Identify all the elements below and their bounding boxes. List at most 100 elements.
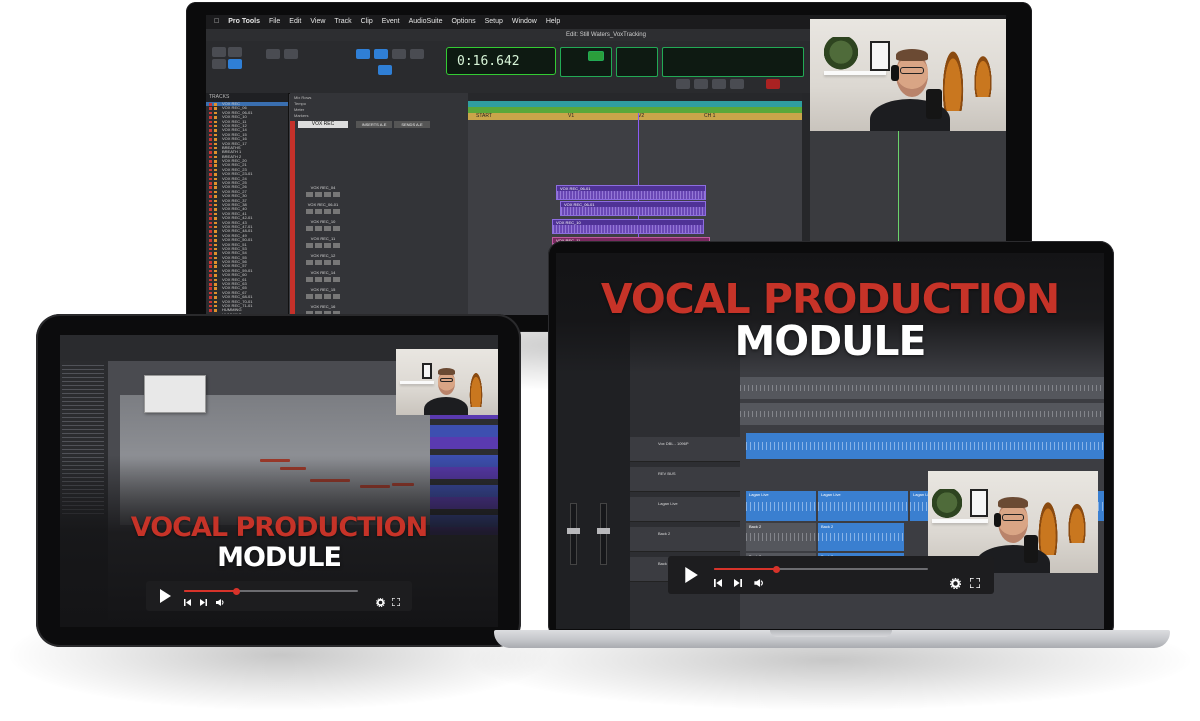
menu-item-app[interactable]: Pro Tools bbox=[228, 15, 260, 29]
mix-track-row[interactable]: VOX REC_14 bbox=[298, 270, 348, 284]
spot-mode-button[interactable] bbox=[228, 47, 242, 57]
progress-knob[interactable] bbox=[772, 565, 780, 573]
skip-forward-icon[interactable] bbox=[732, 577, 744, 589]
mix-track-row[interactable]: VOX REC_11 bbox=[298, 236, 348, 250]
menu-item-track[interactable]: Track bbox=[334, 15, 351, 29]
laptop-track-row[interactable]: Lagan Live bbox=[630, 497, 740, 522]
guitar bbox=[468, 367, 484, 407]
audio-clip[interactable] bbox=[740, 377, 1104, 399]
headphones bbox=[891, 65, 899, 81]
volume-icon[interactable] bbox=[214, 597, 226, 607]
mix-track-buttons[interactable] bbox=[306, 294, 340, 299]
nudge-display[interactable] bbox=[588, 51, 604, 61]
grid-display[interactable] bbox=[616, 47, 658, 77]
timecode-ruler[interactable] bbox=[468, 93, 810, 101]
audio-clip[interactable]: Lagan Live bbox=[746, 491, 816, 521]
sends-header: SENDS A-E bbox=[394, 121, 430, 128]
menu-item-audiosuite[interactable]: AudioSuite bbox=[409, 15, 443, 29]
menu-item-setup[interactable]: Setup bbox=[485, 15, 503, 29]
selection-display bbox=[560, 47, 612, 77]
mini-labels: Mix Rows Tempo Meter Markers bbox=[294, 95, 384, 119]
mix-track-buttons[interactable] bbox=[306, 260, 340, 265]
pencil-tool-button[interactable] bbox=[410, 49, 424, 59]
audio-clip[interactable]: VOX REC_06-01 bbox=[560, 201, 706, 216]
progress-bar[interactable] bbox=[714, 565, 928, 573]
mix-track-row[interactable]: VOX REC_10 bbox=[298, 219, 348, 233]
laptop-track-row[interactable]: REV BUS bbox=[630, 467, 740, 492]
progress-knob[interactable] bbox=[232, 587, 240, 595]
mix-track-buttons[interactable] bbox=[306, 226, 340, 231]
gear-icon[interactable] bbox=[948, 576, 962, 590]
menu-item-view[interactable]: View bbox=[310, 15, 325, 29]
presenter-body bbox=[424, 397, 468, 415]
audio-clip[interactable]: Back 2 bbox=[818, 523, 904, 551]
gear-icon[interactable] bbox=[374, 596, 386, 608]
volume-icon[interactable] bbox=[752, 577, 766, 589]
fullscreen-icon[interactable] bbox=[390, 596, 402, 608]
markers-ruler[interactable]: START V1 V2 CH 1 bbox=[468, 113, 810, 120]
marker-ch1[interactable]: CH 1 bbox=[704, 113, 715, 120]
mix-track-buttons[interactable] bbox=[306, 243, 340, 248]
mix-track-row[interactable]: VOX REC_12 bbox=[298, 253, 348, 267]
laptop-track-row[interactable]: Back 2 bbox=[630, 527, 740, 552]
selector-tool-button[interactable] bbox=[356, 49, 370, 59]
link-button[interactable] bbox=[378, 65, 392, 75]
volume-fader[interactable] bbox=[597, 503, 610, 565]
menu-item-help[interactable]: Help bbox=[546, 15, 560, 29]
menu-item-options[interactable]: Options bbox=[451, 15, 475, 29]
play-icon[interactable] bbox=[156, 587, 174, 605]
menu-item-file[interactable]: File bbox=[269, 15, 280, 29]
record-button[interactable] bbox=[766, 79, 780, 89]
mix-track-row[interactable]: VOX REC_04 bbox=[298, 185, 348, 199]
audio-clip[interactable]: VOX REC_06-01 bbox=[556, 185, 706, 200]
menu-item-event[interactable]: Event bbox=[382, 15, 400, 29]
slip-mode-button[interactable] bbox=[212, 59, 226, 69]
mix-track-row[interactable]: VOX REC_15 bbox=[298, 287, 348, 301]
mix-track-buttons[interactable] bbox=[306, 209, 340, 214]
mix-track-row[interactable]: VOX REC_06-01 bbox=[298, 202, 348, 216]
skip-forward-icon[interactable] bbox=[198, 597, 208, 607]
clip-label: Lagan Live bbox=[821, 492, 841, 497]
plant bbox=[932, 489, 962, 523]
shuffle-mode-button[interactable] bbox=[212, 47, 226, 57]
fullscreen-icon[interactable] bbox=[968, 576, 982, 590]
progress-bar[interactable] bbox=[184, 587, 358, 595]
clip-waveform bbox=[553, 225, 703, 233]
play-button[interactable] bbox=[730, 79, 744, 89]
audio-clip[interactable]: Lagan Live bbox=[818, 491, 908, 521]
audio-clip[interactable] bbox=[746, 433, 1104, 459]
trim-tool-button[interactable] bbox=[284, 49, 298, 59]
play-icon[interactable] bbox=[680, 564, 702, 586]
apple-icon[interactable]:  bbox=[214, 15, 219, 29]
pre-post-roll-display bbox=[662, 47, 804, 77]
clip-waveform bbox=[561, 207, 705, 215]
audio-clip[interactable]: VOX REC_10 bbox=[552, 219, 704, 234]
volume-fader[interactable] bbox=[567, 503, 580, 565]
audio-clip[interactable]: Back 2 bbox=[746, 523, 816, 551]
smart-tool-button[interactable] bbox=[392, 49, 406, 59]
menu-item-clip[interactable]: Clip bbox=[361, 15, 373, 29]
menu-item-window[interactable]: Window bbox=[512, 15, 537, 29]
grid-mode-button[interactable] bbox=[228, 59, 242, 69]
mix-track-buttons[interactable] bbox=[306, 192, 340, 197]
skip-back-icon[interactable] bbox=[712, 577, 724, 589]
skip-back-icon[interactable] bbox=[182, 597, 192, 607]
marker-v1[interactable]: V1 bbox=[568, 113, 574, 120]
fast-forward-button[interactable] bbox=[694, 79, 708, 89]
zoom-tool-button[interactable] bbox=[266, 49, 280, 59]
clip-label: Lagan Live bbox=[749, 492, 769, 497]
rewind-button[interactable] bbox=[676, 79, 690, 89]
laptop-track-row[interactable]: Vox DBL - 1096P bbox=[630, 437, 740, 462]
stop-button[interactable] bbox=[712, 79, 726, 89]
context-menu[interactable] bbox=[144, 375, 206, 413]
audio-clip[interactable] bbox=[740, 403, 1104, 425]
mix-track-name[interactable]: VOX REC bbox=[298, 121, 348, 128]
menu-item-edit[interactable]: Edit bbox=[289, 15, 301, 29]
presenter-hair bbox=[896, 49, 928, 61]
main-counter[interactable]: 0:16.642 bbox=[446, 47, 556, 75]
grabber-tool-button[interactable] bbox=[374, 49, 388, 59]
marker-start[interactable]: START bbox=[476, 113, 492, 120]
module-title-red: VOCAL PRODUCTION bbox=[130, 512, 428, 543]
presenter-hair bbox=[438, 368, 455, 375]
mix-track-buttons[interactable] bbox=[306, 277, 340, 282]
